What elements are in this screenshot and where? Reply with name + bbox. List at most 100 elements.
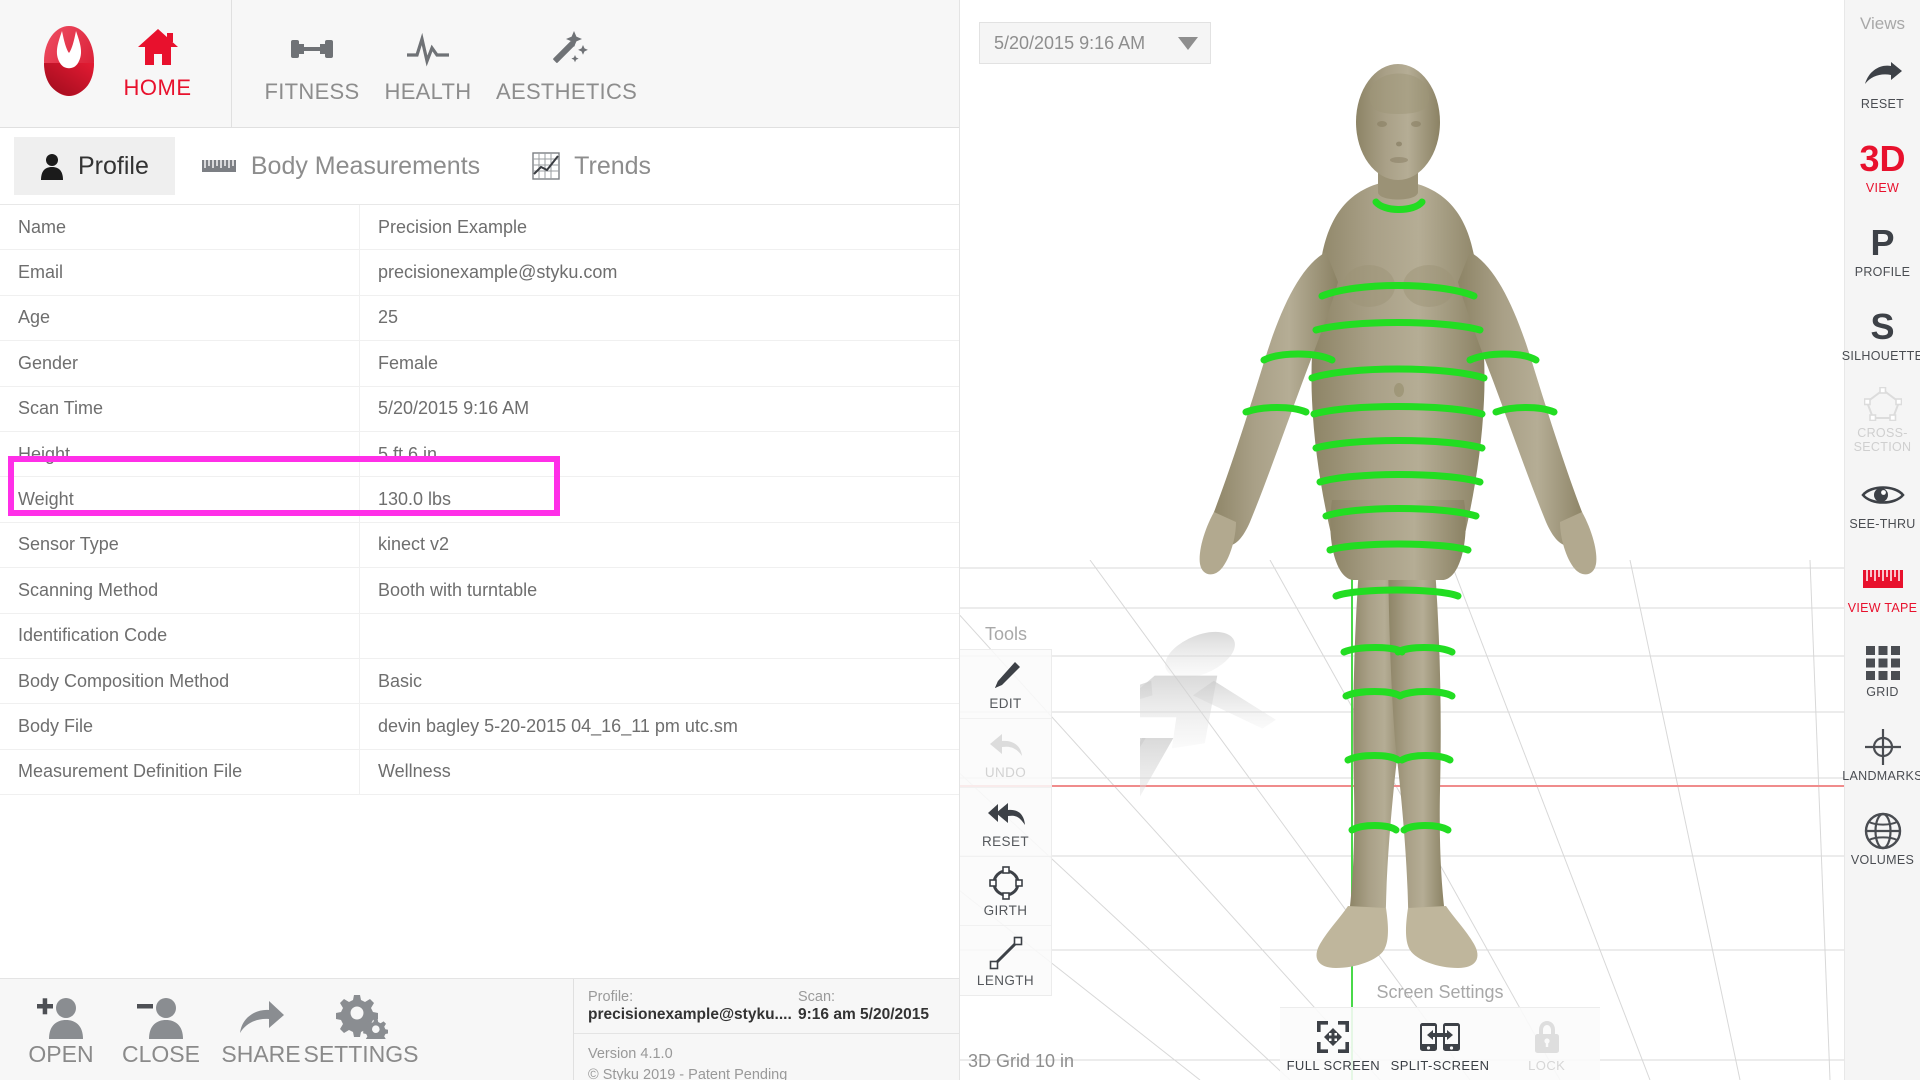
top-navigation-bar: HOME FITNESS HEALTH AESTHETICS: [0, 0, 959, 128]
reset-double-arrow-icon: [986, 795, 1026, 833]
view-landmarks-label: LANDMARKS: [1842, 769, 1920, 783]
silhouette-s-glyph: S: [1870, 306, 1895, 347]
table-row: Identification Code: [0, 613, 959, 659]
view-landmarks-button[interactable]: LANDMARKS: [1842, 712, 1920, 796]
profile-p-icon: P: [1870, 221, 1894, 265]
remove-person-icon: [136, 991, 186, 1039]
profile-row-key: Measurement Definition File: [0, 749, 360, 795]
nav-items: FITNESS HEALTH AESTHETICS: [232, 0, 645, 127]
tab-trends[interactable]: Trends: [506, 137, 677, 195]
trends-chart-icon: [532, 152, 560, 180]
table-row: Scanning Method Booth with turntable: [0, 568, 959, 614]
view-volumes-button[interactable]: VOLUMES: [1845, 796, 1920, 880]
view-tape-label: VIEW TAPE: [1847, 601, 1918, 615]
profile-row-value: precisionexample@styku.com: [378, 262, 618, 283]
view-reset-label: RESET: [1860, 97, 1905, 111]
lock-label: LOCK: [1528, 1057, 1566, 1073]
close-button[interactable]: CLOSE: [118, 991, 204, 1068]
tab-body-measurements-label: Body Measurements: [250, 151, 481, 180]
split-screen-button[interactable]: SPLIT-SCREEN: [1387, 1008, 1494, 1080]
share-button-label: SHARE: [221, 1041, 301, 1067]
tool-edit[interactable]: EDIT: [960, 650, 1051, 719]
close-button-label: CLOSE: [122, 1041, 200, 1067]
profile-row-value: 25: [378, 307, 399, 328]
length-line-icon: [989, 934, 1023, 972]
tool-length[interactable]: LENGTH: [960, 926, 1051, 995]
view-3d-button[interactable]: 3D VIEW: [1845, 124, 1920, 208]
view-cross-section-button[interactable]: CROSS-SECTION: [1845, 376, 1920, 460]
tools-panel-title: Tools: [984, 624, 1028, 644]
profile-p-glyph: P: [1870, 222, 1895, 263]
tool-girth[interactable]: GIRTH: [960, 857, 1051, 926]
view-cross-section-label: CROSS-SECTION: [1853, 426, 1912, 454]
open-button[interactable]: OPEN: [18, 991, 104, 1068]
view-volumes-label: VOLUMES: [1850, 853, 1915, 867]
left-panel: HOME FITNESS HEALTH AESTHETICS Profile B…: [0, 0, 960, 1080]
scan-date-select[interactable]: 5/20/2015 9:16 AM: [979, 22, 1211, 64]
table-row: Height 5 ft 6 in: [0, 431, 959, 478]
nav-item-fitness[interactable]: FITNESS: [256, 23, 368, 105]
table-spacer: [0, 795, 959, 978]
dumbbell-icon: [288, 23, 336, 75]
nav-item-aesthetics[interactable]: AESTHETICS: [488, 23, 645, 105]
screen-settings-panel: Screen Settings FULL SCREEN SPLIT-SCREEN…: [1280, 982, 1600, 1080]
profile-row-value: Female: [378, 352, 439, 373]
view-silhouette-label: SILHOUETTE: [1841, 349, 1920, 363]
tab-body-measurements[interactable]: Body Measurements: [175, 137, 506, 195]
nav-item-health[interactable]: HEALTH: [372, 23, 484, 105]
view-see-thru-label: SEE-THRU: [1849, 517, 1916, 531]
profile-row-value: Basic: [378, 670, 423, 691]
view-reset-button[interactable]: RESET: [1845, 40, 1920, 124]
views-panel: Views RESET 3D VIEW P PROFILE S SILHOUET…: [1841, 0, 1920, 1080]
full-screen-button[interactable]: FULL SCREEN: [1280, 1008, 1387, 1080]
grid-scale-label: 3D Grid 10 in: [968, 1051, 1075, 1071]
profile-row-value: [360, 614, 959, 658]
nav-item-aesthetics-label: AESTHETICS: [496, 78, 638, 104]
styku-logo: [40, 23, 98, 99]
eye-icon: [1860, 473, 1905, 517]
person-icon: [40, 152, 64, 180]
status-profile-value: precisionexample@styku....: [588, 1006, 792, 1023]
screen-settings-title: Screen Settings: [1376, 982, 1504, 1002]
3d-viewer-panel[interactable]: 5/20/2015 9:16 AM Tools EDIT UNDO RESET …: [960, 0, 1920, 1080]
tab-bar: Profile Body Measurements Trends: [0, 128, 959, 205]
tab-profile[interactable]: Profile: [14, 137, 175, 195]
tape-measure-icon: [201, 155, 237, 177]
3d-icon: 3D: [1859, 137, 1905, 181]
views-panel-title: Views: [1859, 14, 1906, 33]
profile-row-value: kinect v2: [378, 534, 450, 555]
table-row: Gender Female: [0, 341, 959, 387]
tools-panel: Tools EDIT UNDO RESET GIRTH LENGTH: [960, 624, 1052, 996]
gear-icon: [334, 991, 388, 1039]
table-row: Measurement Definition File Wellness: [0, 749, 959, 796]
view-silhouette-button[interactable]: S SILHOUETTE: [1841, 292, 1920, 376]
profile-row-value: Precision Example: [378, 216, 528, 237]
view-profile-button[interactable]: P PROFILE: [1845, 208, 1920, 292]
tool-reset[interactable]: RESET: [960, 788, 1051, 857]
profile-row-value: 5 ft 6 in: [378, 443, 438, 464]
body-scan-avatar[interactable]: [1036, 60, 1700, 1005]
view-tape-button[interactable]: VIEW TAPE: [1845, 544, 1920, 628]
profile-row-key: Sensor Type: [0, 522, 360, 568]
view-see-thru-button[interactable]: SEE-THRU: [1845, 460, 1920, 544]
share-arrow-icon: [236, 991, 286, 1039]
lock-button[interactable]: LOCK: [1493, 1008, 1600, 1080]
profile-row-key: Gender: [0, 341, 360, 386]
profile-row-key: Name: [0, 205, 360, 250]
tape-icon: [1862, 557, 1904, 601]
version-text: Version 4.1.0: [588, 1046, 673, 1062]
tab-trends-label: Trends: [574, 151, 652, 180]
split-screen-label: SPLIT-SCREEN: [1390, 1057, 1490, 1073]
tool-undo[interactable]: UNDO: [960, 719, 1051, 788]
nav-item-home[interactable]: HOME: [124, 21, 192, 101]
settings-button[interactable]: SETTINGS: [304, 991, 419, 1068]
nav-item-home-label: HOME: [123, 74, 192, 100]
lock-icon: [1532, 1016, 1562, 1058]
status-summary: Profile: precisionexample@styku.... Scan…: [574, 979, 959, 1034]
chevron-down-icon: [1178, 36, 1198, 50]
nav-item-health-label: HEALTH: [384, 78, 472, 104]
profile-row-key: Email: [0, 250, 360, 295]
tool-length-label: LENGTH: [976, 972, 1035, 988]
view-grid-button[interactable]: GRID: [1845, 628, 1920, 712]
share-button[interactable]: SHARE: [218, 991, 304, 1068]
